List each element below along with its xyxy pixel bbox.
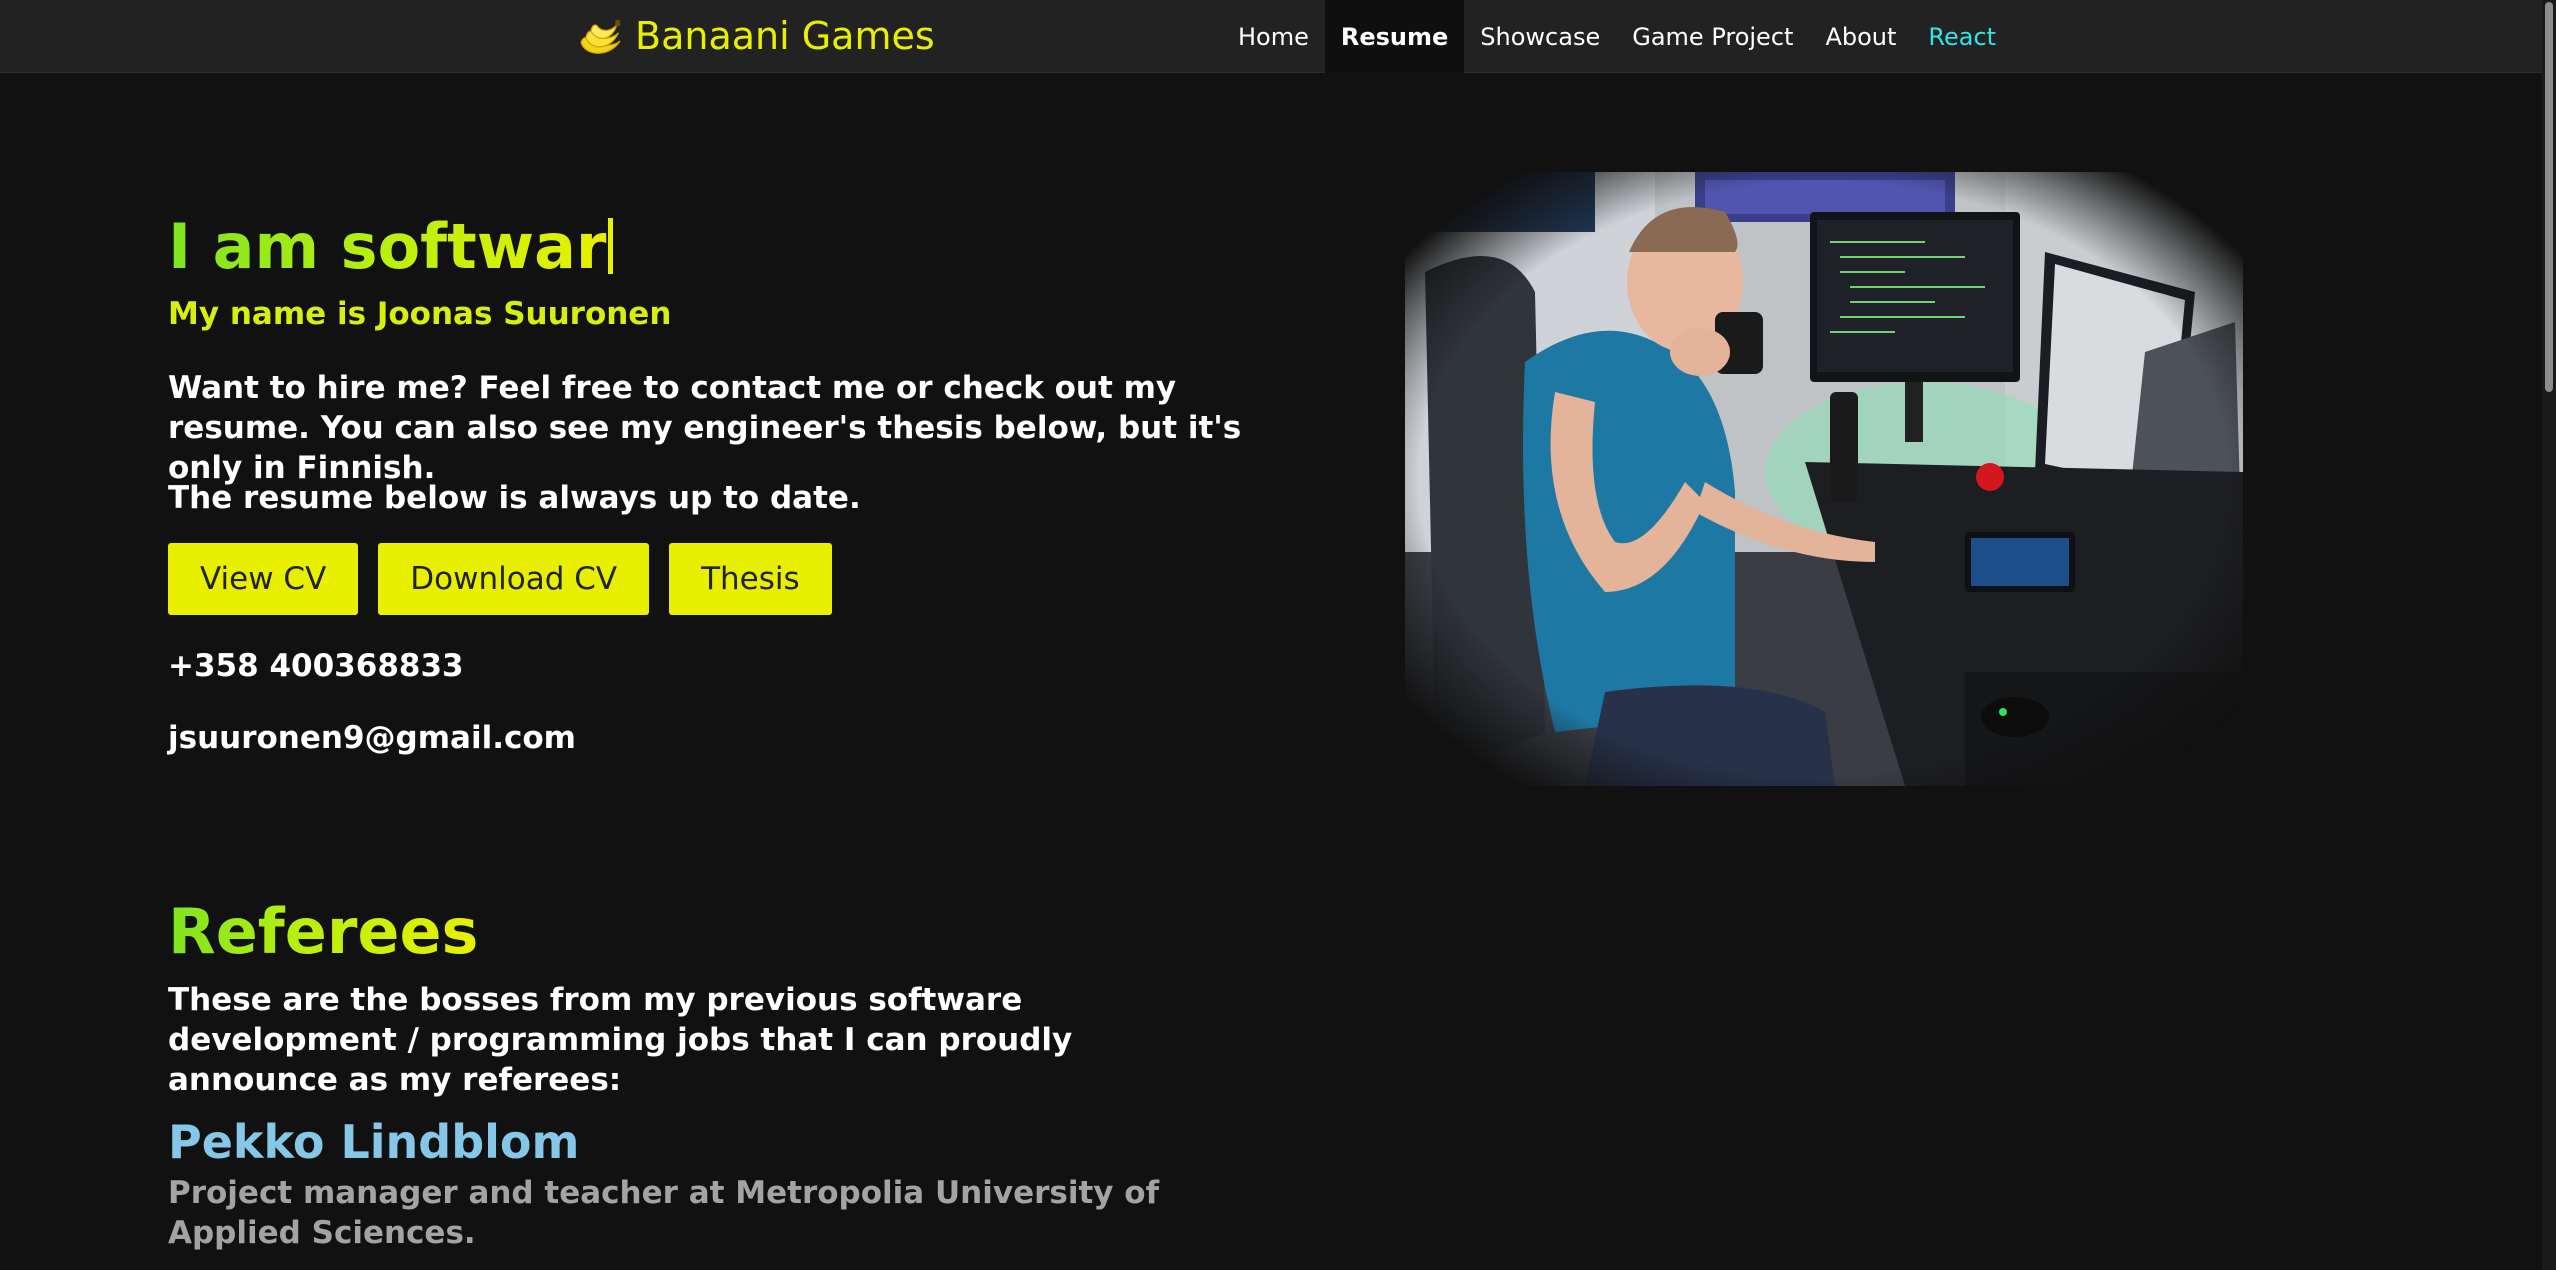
nav-react[interactable]: React (1912, 0, 2012, 73)
referee-name: Pekko Lindblom (168, 1115, 580, 1169)
nav-resume[interactable]: Resume (1324, 0, 1465, 73)
photo-illustration (1405, 172, 2243, 786)
headline-text: I am softwar (168, 210, 607, 283)
name-subtitle: My name is Joonas Suuronen (168, 296, 672, 332)
thesis-button[interactable]: Thesis (669, 543, 832, 615)
referee-role: Project manager and teacher at Metropoli… (168, 1175, 1160, 1251)
download-cv-button[interactable]: Download CV (378, 543, 650, 615)
navbar: Banaani Games Home Resume Showcase Game … (0, 0, 2542, 73)
nav-showcase[interactable]: Showcase (1464, 0, 1616, 73)
page-scrollbar[interactable] (2542, 0, 2556, 1270)
email-address: jsuuronen9@gmail.com (168, 720, 576, 756)
main-nav: Home Resume Showcase Game Project About … (1222, 0, 2012, 73)
typing-cursor (608, 218, 614, 274)
intro-text: Want to hire me? Feel free to contact me… (168, 370, 1242, 486)
brand-link[interactable]: Banaani Games (573, 6, 935, 66)
resume-note: The resume below is always up to date. (168, 480, 861, 516)
cv-buttons: View CV Download CV Thesis (168, 543, 832, 615)
brand-name: Banaani Games (635, 14, 935, 58)
nav-about[interactable]: About (1809, 0, 1912, 73)
typing-headline: I am softwar (168, 210, 614, 283)
nav-game-project[interactable]: Game Project (1616, 0, 1809, 73)
scrollbar-thumb[interactable] (2545, 2, 2553, 392)
referees-intro: These are the bosses from my previous so… (168, 982, 1073, 1098)
banana-icon (580, 19, 621, 54)
view-cv-button[interactable]: View CV (168, 543, 359, 615)
nav-home[interactable]: Home (1222, 0, 1325, 73)
referees-title: Referees (168, 895, 479, 968)
phone-number: +358 400368833 (168, 648, 464, 684)
profile-photo (1405, 172, 2243, 786)
